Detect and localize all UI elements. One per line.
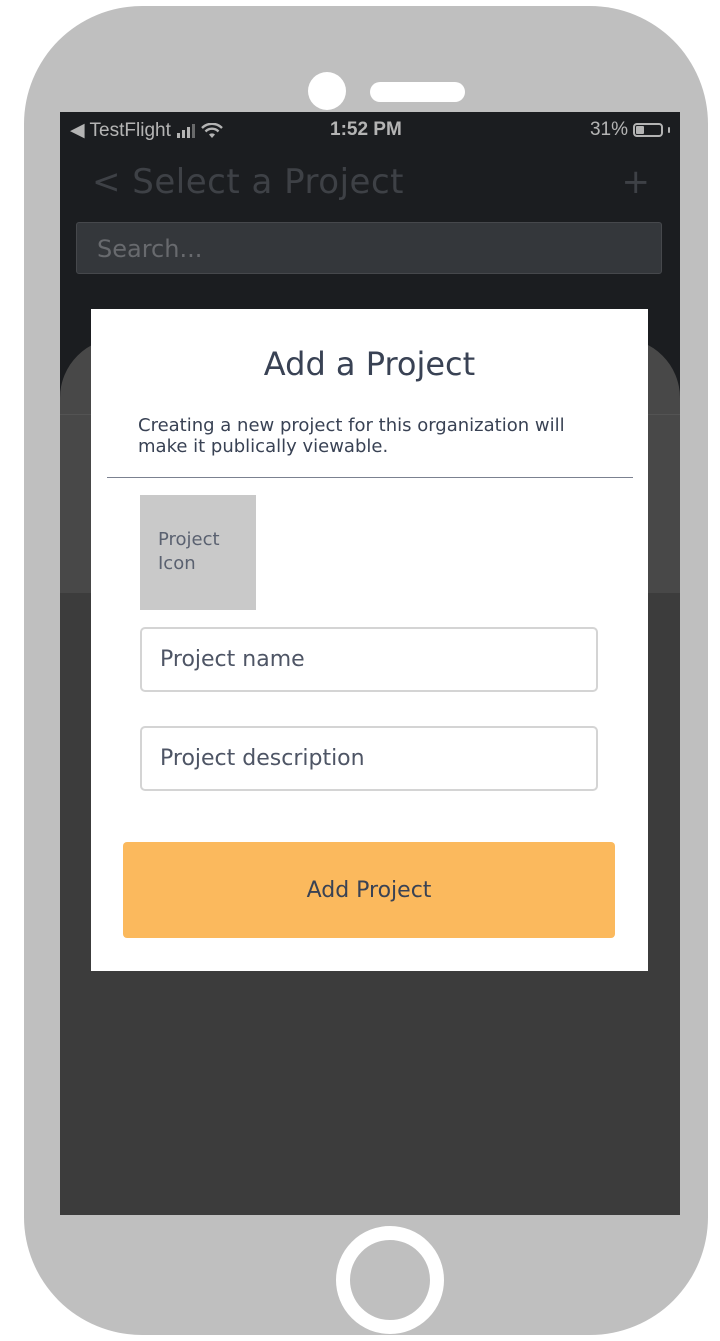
project-description-input[interactable] (140, 726, 598, 791)
modal-title: Add a Project (263, 345, 476, 383)
project-icon-picker[interactable]: Project Icon (140, 495, 256, 610)
add-project-button[interactable]: Add Project (123, 842, 615, 938)
speaker-slot (370, 82, 465, 102)
add-project-modal: Add a Project Creating a new project for… (91, 309, 648, 971)
phone-screen: ◀ TestFlight 1:52 PM 31% < Select a Proj… (60, 112, 680, 1215)
project-name-input[interactable] (140, 627, 598, 692)
camera-dot (308, 72, 346, 110)
project-icon-label: Project Icon (158, 529, 220, 574)
home-button[interactable] (336, 1226, 444, 1334)
modal-description: Creating a new project for this organiza… (138, 415, 565, 457)
modal-divider (107, 477, 633, 478)
